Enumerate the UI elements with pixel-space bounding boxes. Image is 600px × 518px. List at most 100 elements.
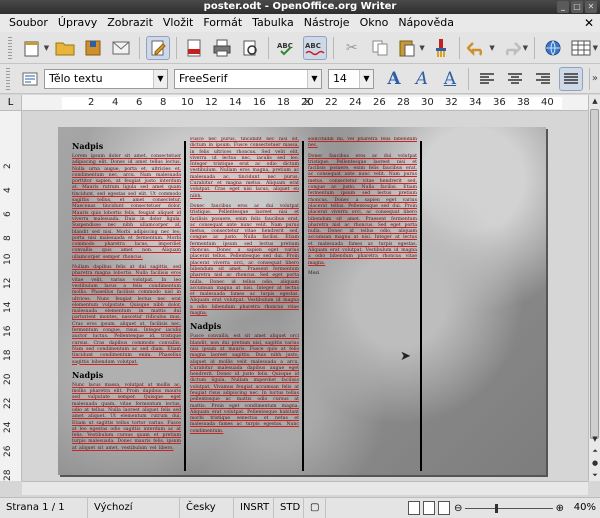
ruler-tick: 16 xyxy=(253,97,266,108)
two-page-view-icon[interactable] xyxy=(423,501,435,515)
menu-napoveda[interactable]: Nápověda xyxy=(393,14,459,32)
document-page[interactable]: Nadpis Lorem ipsum dolor sit amet, conse… xyxy=(58,127,546,475)
cut-icon[interactable]: ✂ xyxy=(340,36,364,60)
bold-icon[interactable]: A xyxy=(383,68,405,90)
menu-nastroje[interactable]: Nástroje xyxy=(299,14,355,32)
font-name-combo[interactable]: FreeSerif ▼ xyxy=(173,68,322,89)
undo-icon[interactable] xyxy=(466,36,490,60)
styles-formatting-icon[interactable] xyxy=(18,67,42,91)
zoom-out-icon[interactable]: ⊖ xyxy=(454,503,462,514)
justify-icon[interactable] xyxy=(558,66,583,91)
paragraph: sollicitudin mi, vel pharetra felis bibe… xyxy=(308,137,417,149)
svg-text:ABC: ABC xyxy=(305,42,321,50)
horizontal-scrollbar[interactable] xyxy=(22,481,588,495)
ruler-tick: 6 xyxy=(136,97,143,108)
print-icon[interactable] xyxy=(210,36,234,60)
zoom-value[interactable]: 40% xyxy=(574,498,596,518)
page-preview-icon[interactable] xyxy=(238,36,262,60)
chevron-down-icon[interactable]: ▼ xyxy=(306,69,321,88)
horizontal-ruler[interactable]: 2 4 6 8 10 12 14 16 18 20 22 24 26 28 30… xyxy=(22,94,588,111)
toolbar-grip[interactable] xyxy=(6,67,10,90)
spellcheck-icon[interactable]: ABC xyxy=(275,36,299,60)
zoom-slider[interactable]: ⊖ ⊕ xyxy=(454,503,564,514)
paragraph-style-combo[interactable]: Tělo textu ▼ xyxy=(44,68,168,89)
text-column-2[interactable]: Fusce nec purus, tincidunt nec nisl sit,… xyxy=(188,137,301,469)
font-size-combo[interactable]: 14 ▼ xyxy=(327,68,374,89)
previous-page-icon[interactable]: ⏶ xyxy=(589,445,600,457)
vertical-ruler[interactable]: 2 4 6 8 10 12 14 16 18 20 22 24 26 28 xyxy=(0,111,22,481)
save-icon[interactable] xyxy=(81,36,105,60)
open-folder-icon[interactable] xyxy=(53,36,77,60)
navigator-icon[interactable]: ● xyxy=(589,457,600,469)
minimize-icon[interactable]: _ xyxy=(557,1,569,13)
ruler-corner-tab-icon[interactable]: L xyxy=(0,95,22,111)
single-page-view-icon[interactable] xyxy=(408,501,420,515)
menu-format[interactable]: Formát xyxy=(198,14,247,32)
menu-vlozit[interactable]: Vložit xyxy=(158,14,198,32)
new-document-dropdown-icon[interactable]: ▼ xyxy=(44,44,49,52)
chevron-down-icon[interactable]: ▼ xyxy=(152,69,167,88)
insert-mode-indicator[interactable]: INSRT xyxy=(234,498,274,518)
underline-icon[interactable]: A xyxy=(439,68,461,90)
redo-dropdown-icon[interactable]: ▼ xyxy=(523,44,528,52)
close-document-icon[interactable]: ✕ xyxy=(584,16,594,30)
paste-icon[interactable] xyxy=(395,36,419,60)
redo-icon[interactable] xyxy=(499,36,523,60)
menu-upravy[interactable]: Úpravy xyxy=(53,14,102,32)
vertical-scrollbar[interactable]: ▲ ▼ ⏶ ● ⏷ xyxy=(588,95,600,481)
menu-tabulka[interactable]: Tabulka xyxy=(247,14,299,32)
column-divider xyxy=(420,141,422,471)
page-style-indicator[interactable]: Výchozí xyxy=(88,498,180,518)
maximize-icon[interactable]: □ xyxy=(571,1,583,13)
table-icon[interactable] xyxy=(569,36,593,60)
book-view-icon[interactable] xyxy=(438,501,450,515)
ruler-tick: 14 xyxy=(3,301,13,313)
heading: Nadpis xyxy=(190,321,222,332)
document-canvas[interactable]: Nadpis Lorem ipsum dolor sit amet, conse… xyxy=(22,111,588,481)
ruler-tick: 28 xyxy=(3,469,13,481)
paragraph: Fusce nec purus, tincidunt nec nisl sit,… xyxy=(190,137,299,199)
toolbar-grip[interactable] xyxy=(8,36,12,59)
paste-dropdown-icon[interactable]: ▼ xyxy=(419,44,424,52)
close-window-icon[interactable]: ✕ xyxy=(585,1,597,13)
undo-dropdown-icon[interactable]: ▼ xyxy=(489,44,494,52)
ruler-tick: 6 xyxy=(3,211,13,217)
indent-marker-icon[interactable]: ⧖ xyxy=(303,94,311,109)
chevron-down-icon[interactable]: ▼ xyxy=(358,69,373,88)
email-icon[interactable] xyxy=(109,36,133,60)
copy-icon[interactable] xyxy=(368,36,392,60)
text-column-3[interactable]: sollicitudin mi, vel pharetra felis bibe… xyxy=(306,137,419,469)
ruler-tick: 18 xyxy=(277,97,290,108)
selection-mode-indicator[interactable]: STD xyxy=(274,498,304,518)
menu-zobrazit[interactable]: Zobrazit xyxy=(102,14,158,32)
ruler-tick: 16 xyxy=(3,325,13,337)
scroll-up-icon[interactable]: ▲ xyxy=(589,95,600,107)
menu-soubor[interactable]: Soubor xyxy=(4,14,53,32)
hyperlink-icon[interactable] xyxy=(541,36,565,60)
more-options-icon[interactable]: » xyxy=(592,73,598,84)
table-dropdown-icon[interactable]: ▼ xyxy=(593,44,598,52)
window-titlebar: poster.odt - OpenOffice.org Writer _ □ ✕ xyxy=(0,0,600,14)
scroll-down-icon[interactable]: ▼ xyxy=(589,433,600,445)
autospellcheck-icon[interactable]: ABC xyxy=(302,35,327,60)
ruler-tick: 36 xyxy=(493,97,506,108)
new-document-icon[interactable] xyxy=(20,36,44,60)
text-column-1[interactable]: Nadpis Lorem ipsum dolor sit amet, conse… xyxy=(70,137,183,469)
scrollbar-thumb[interactable] xyxy=(590,109,599,439)
ruler-tick: 26 xyxy=(3,445,13,457)
page-indicator[interactable]: Strana 1 / 1 xyxy=(0,498,88,518)
zoom-knob[interactable] xyxy=(495,503,499,513)
next-page-icon[interactable]: ⏷ xyxy=(589,469,600,481)
clone-formatting-icon[interactable] xyxy=(429,36,453,60)
align-center-icon[interactable] xyxy=(503,67,527,91)
zoom-track[interactable] xyxy=(465,503,553,513)
italic-icon[interactable]: A xyxy=(411,68,433,90)
edit-mode-icon[interactable] xyxy=(145,35,170,60)
export-pdf-icon[interactable] xyxy=(183,36,207,60)
align-left-icon[interactable] xyxy=(475,67,499,91)
language-indicator[interactable]: Česky xyxy=(180,498,234,518)
zoom-in-icon[interactable]: ⊕ xyxy=(556,503,564,514)
align-right-icon[interactable] xyxy=(531,67,555,91)
menu-okno[interactable]: Okno xyxy=(355,14,394,32)
ruler-tick: 12 xyxy=(205,97,218,108)
